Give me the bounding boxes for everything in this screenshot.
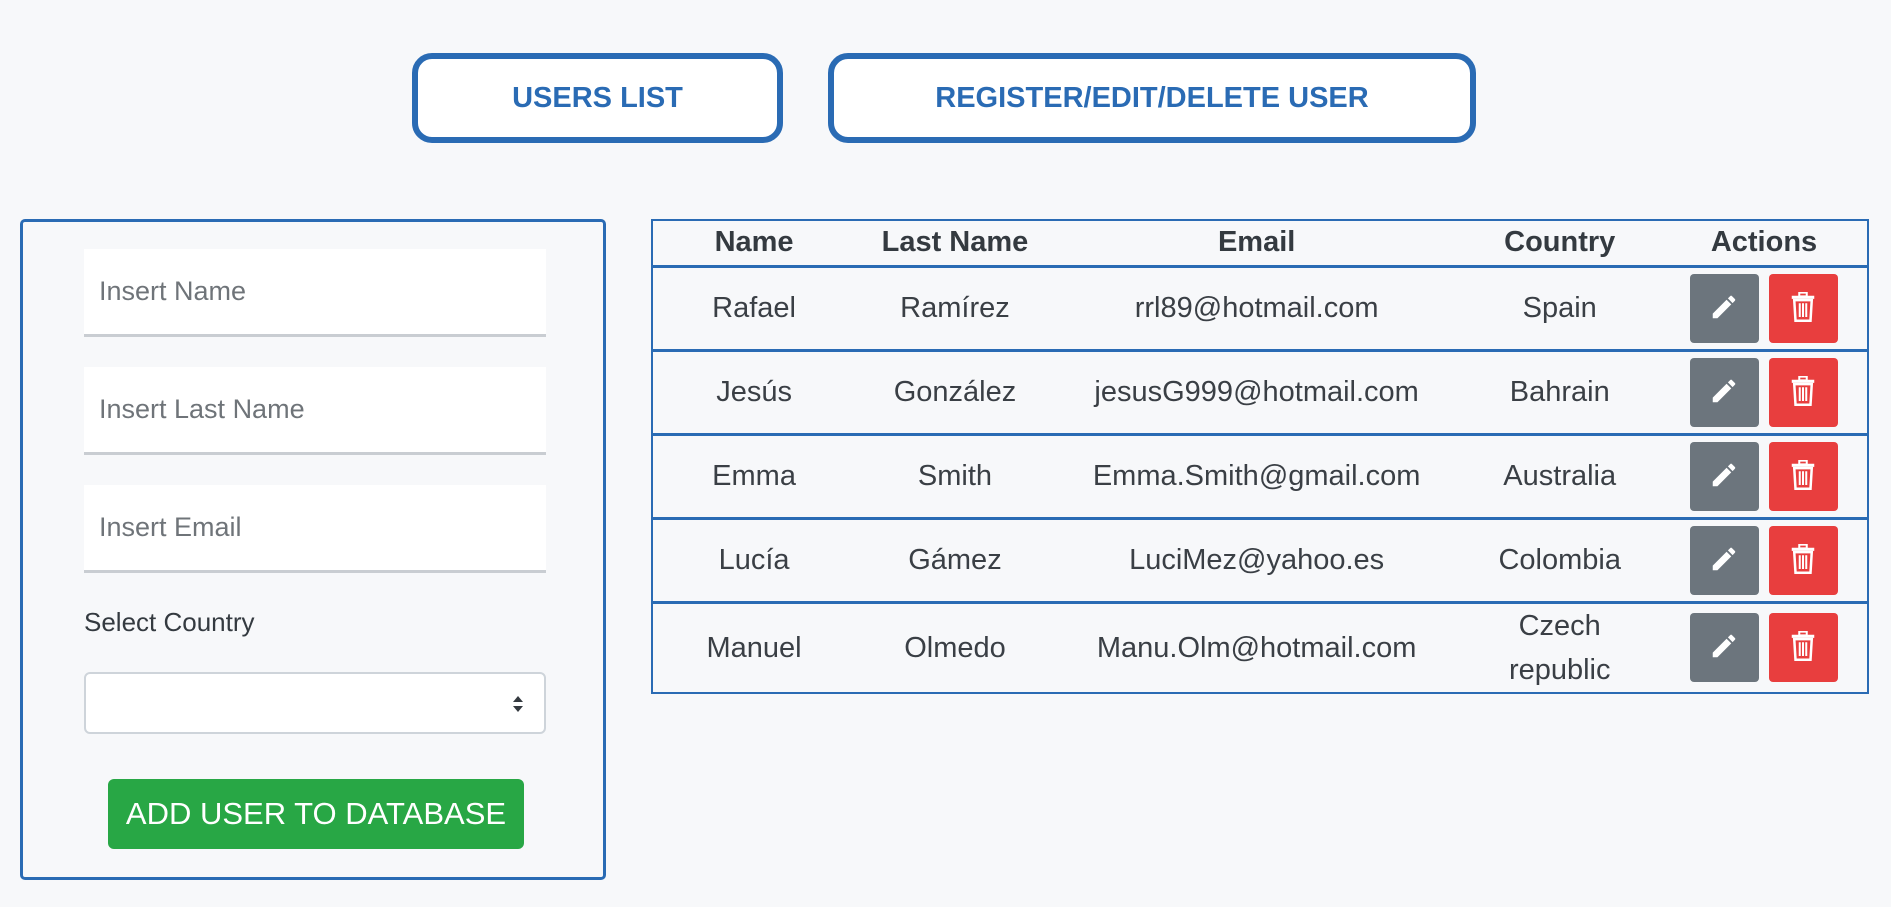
pencil-icon	[1709, 292, 1739, 325]
row-actions	[1661, 268, 1867, 349]
cell-last-name: Smith	[855, 434, 1055, 520]
cell-actions	[1660, 266, 1867, 352]
delete-user-button[interactable]	[1768, 613, 1838, 683]
row-actions	[1661, 604, 1867, 693]
cell-email: jesusG999@hotmail.com	[1054, 350, 1459, 436]
edit-user-button[interactable]	[1689, 441, 1759, 511]
cell-name: Emma	[653, 434, 856, 520]
cell-country: Czech republic	[1508, 609, 1611, 686]
delete-user-button[interactable]	[1768, 273, 1838, 343]
add-user-button[interactable]: ADD USER TO DATABASE	[108, 779, 524, 849]
row-actions	[1661, 436, 1867, 517]
trash-icon	[1790, 630, 1816, 664]
table-header-row: Name Last Name Email Country Actions	[653, 221, 1867, 268]
edit-user-button[interactable]	[1689, 357, 1759, 427]
cell-last-name: Olmedo	[904, 631, 1006, 664]
last-name-input[interactable]	[84, 367, 546, 455]
cell-actions	[1660, 350, 1867, 436]
cell-last-name: Ramírez	[855, 266, 1055, 352]
country-select[interactable]	[84, 672, 546, 734]
cell-actions	[1661, 602, 1867, 692]
table-row: Rafael Ramírez rrl89@hotmail.com Spain	[653, 266, 1867, 352]
row-actions	[1661, 352, 1867, 433]
cell-actions	[1660, 518, 1867, 604]
cell-email: Emma.Smith@gmail.com	[1054, 434, 1459, 520]
pencil-icon	[1709, 376, 1739, 409]
cell-name: Lucía	[653, 518, 856, 604]
users-table: Name Last Name Email Country Actions Raf…	[651, 219, 1869, 694]
cell-name: Rafael	[653, 266, 856, 352]
user-form-panel: Select Country ADD USER TO DATABASE	[20, 219, 606, 880]
header-actions: Actions	[1660, 221, 1867, 268]
table-row: Manuel Olmedo Manu.Olm@hotmail.com Czech re…	[653, 602, 1867, 692]
trash-icon	[1790, 459, 1816, 493]
edit-user-button[interactable]	[1689, 273, 1759, 343]
select-arrows-icon	[513, 696, 523, 712]
cell-country: Australia	[1458, 434, 1661, 520]
cell-last-name: González	[855, 350, 1055, 436]
header-last-name: Last Name	[855, 221, 1055, 268]
cell-email: LuciMez@yahoo.es	[1054, 518, 1459, 604]
country-label: Select Country	[84, 607, 255, 637]
header-country: Country	[1458, 221, 1661, 268]
table-row: Emma Smith Emma.Smith@gmail.com Australia	[653, 434, 1867, 520]
cell-actions	[1660, 434, 1867, 520]
register-edit-delete-tab[interactable]: REGISTER/EDIT/DELETE USER	[828, 53, 1476, 143]
name-input[interactable]	[84, 249, 546, 337]
pencil-icon	[1709, 544, 1739, 577]
edit-user-button[interactable]	[1689, 613, 1759, 683]
row-actions	[1661, 520, 1867, 601]
trash-icon	[1790, 291, 1816, 325]
cell-country: Bahrain	[1458, 350, 1661, 436]
header-email: Email	[1054, 221, 1459, 268]
cell-country: Spain	[1458, 266, 1661, 352]
email-input[interactable]	[84, 485, 546, 573]
edit-user-button[interactable]	[1689, 525, 1759, 595]
users-list-tab[interactable]: USERS LIST	[412, 53, 783, 143]
trash-icon	[1790, 543, 1816, 577]
pencil-icon	[1709, 631, 1739, 664]
cell-last-name: Gámez	[855, 518, 1055, 604]
cell-email: rrl89@hotmail.com	[1054, 266, 1459, 352]
delete-user-button[interactable]	[1768, 525, 1838, 595]
header-name: Name	[653, 221, 856, 268]
trash-icon	[1790, 375, 1816, 409]
cell-country: Colombia	[1458, 518, 1661, 604]
delete-user-button[interactable]	[1768, 441, 1838, 511]
cell-email: Manu.Olm@hotmail.com	[1096, 631, 1417, 664]
table-row: Lucía Gámez LuciMez@yahoo.es Colombia	[653, 518, 1867, 604]
delete-user-button[interactable]	[1768, 357, 1838, 427]
cell-name: Manuel	[706, 631, 802, 664]
cell-name: Jesús	[653, 350, 856, 436]
table-row: Jesús González jesusG999@hotmail.com Bahrai…	[653, 350, 1867, 436]
pencil-icon	[1709, 460, 1739, 493]
